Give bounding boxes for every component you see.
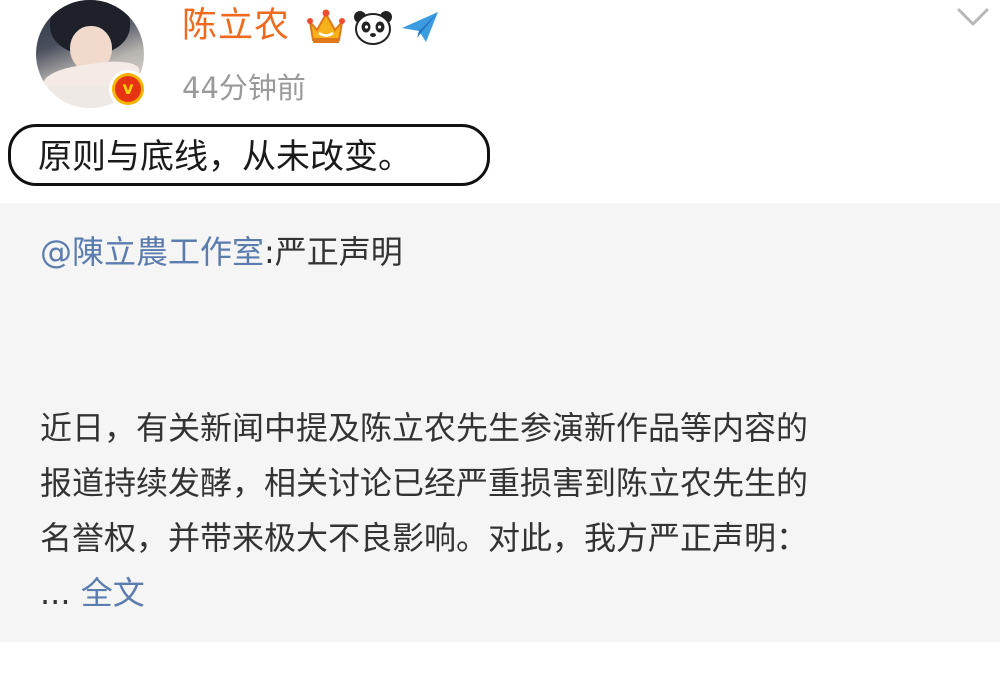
repost-header: @陳立農工作室:严正声明	[40, 230, 403, 274]
crown-icon[interactable]	[306, 8, 346, 46]
paper-plane-icon[interactable]	[400, 8, 440, 46]
repost-body-line: 名誉权，并带来极大不良影响。对此，我方严正声明：	[40, 519, 809, 557]
panda-icon[interactable]	[352, 8, 394, 46]
repost-body-last-line: ... 全文	[40, 566, 980, 621]
repost-body: 近日，有关新闻中提及陈立农先生参演新作品等内容的 报道持续发酵，相关讨论已经严重…	[40, 401, 980, 621]
fulltext-link[interactable]: 全文	[81, 574, 145, 612]
mention-link[interactable]: @陳立農工作室	[40, 233, 264, 271]
repost-body-line: 近日，有关新闻中提及陈立农先生参演新作品等内容的	[40, 409, 809, 447]
post-text: 原则与底线，从未改变。	[38, 137, 412, 177]
repost-card[interactable]: @陳立農工作室:严正声明 近日，有关新闻中提及陈立农先生参演新作品等内容的 报道…	[0, 203, 1000, 642]
username[interactable]: 陈立农	[182, 4, 290, 48]
repost-title: :严正声明	[264, 233, 403, 271]
chevron-down-icon[interactable]	[956, 6, 990, 30]
post-timestamp: 44分钟前	[182, 71, 306, 105]
ellipsis: ...	[40, 574, 71, 612]
user-badges	[306, 6, 446, 48]
weibo-post: v 陈立农 44分钟前 原则与底线，从未改变。 @陳立農工作室:严正声明 近日，…	[0, 0, 1000, 696]
verified-v-icon: v	[109, 70, 147, 108]
repost-body-line: 报道持续发酵，相关讨论已经严重损害到陈立农先生的	[40, 464, 809, 502]
